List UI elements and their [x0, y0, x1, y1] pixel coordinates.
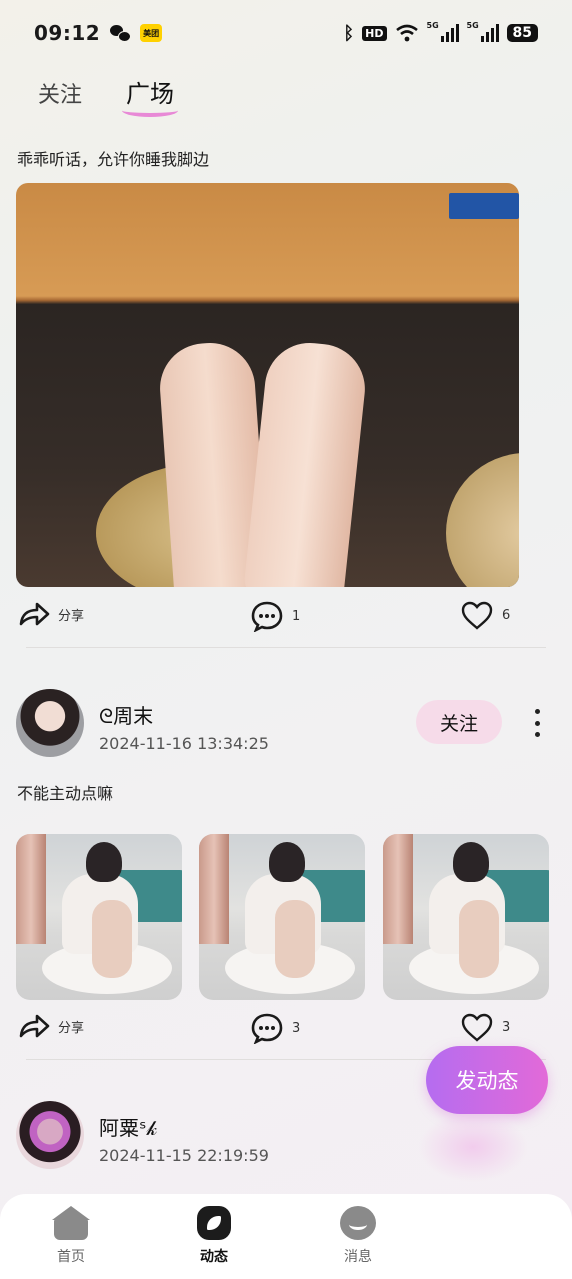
like-count: 6 [502, 607, 511, 623]
post-timestamp: 2024-11-15 22:19:59 [99, 1146, 269, 1165]
post-image-subject [242, 338, 370, 587]
divider [26, 647, 546, 648]
like-count: 3 [502, 1019, 511, 1035]
wifi-icon [395, 24, 419, 42]
post-image[interactable] [16, 183, 519, 587]
wechat-icon [110, 25, 132, 42]
comment-icon [250, 1012, 284, 1044]
tab-following[interactable]: 关注 [38, 77, 82, 109]
post-image-background [383, 834, 413, 944]
status-right: ᛒ HD 5G 5G 85 [343, 21, 538, 44]
share-label: 分享 [58, 608, 85, 624]
meituan-icon: 美团 [140, 24, 163, 42]
post-image-subject [86, 842, 122, 882]
post-image-background [199, 834, 229, 944]
post-image-subject [459, 900, 499, 978]
create-post-button[interactable]: 发动态 [426, 1046, 548, 1114]
feed-icon [197, 1206, 231, 1240]
signal-label-2: 5G [466, 21, 479, 30]
heart-icon [460, 1012, 494, 1042]
share-icon [18, 600, 50, 628]
post-image-background [16, 834, 46, 944]
follow-button[interactable]: 关注 [416, 700, 502, 744]
top-tabs: 关注 广场 [38, 74, 179, 117]
post-text: 不能主动点嘛 [17, 784, 114, 803]
signal-icon-1: 5G [426, 21, 459, 42]
message-icon [340, 1206, 376, 1240]
share-button[interactable]: 分享 [18, 1012, 84, 1040]
tab-square[interactable]: 广场 [122, 74, 179, 117]
battery-icon: 85 [506, 24, 538, 42]
post-actions: 分享 1 6 [18, 600, 538, 636]
post-image-subject [453, 842, 489, 882]
post-actions: 分享 3 3 [18, 1012, 538, 1048]
post-image-subject [269, 842, 305, 882]
decorative-glow [418, 1112, 528, 1182]
hd-icon: HD [362, 25, 387, 41]
share-icon [18, 1012, 50, 1040]
status-left: 09:12 美团 [34, 21, 163, 45]
comment-icon [250, 600, 284, 632]
comment-button[interactable]: 3 [250, 1012, 300, 1044]
like-button[interactable]: 6 [460, 600, 510, 630]
nav-label: 消息 [344, 1249, 372, 1265]
post-image-subject [92, 900, 132, 978]
avatar[interactable] [16, 689, 84, 757]
bluetooth-icon: ᛒ [343, 22, 355, 44]
bottom-nav: 首页 动态 消息 [0, 1194, 572, 1279]
post-image-stool [446, 453, 519, 587]
comment-count: 1 [292, 608, 301, 624]
comment-count: 3 [292, 1020, 301, 1036]
status-bar: 09:12 美团 ᛒ HD 5G 5G 85 [0, 0, 572, 66]
avatar[interactable] [16, 1101, 84, 1169]
like-button[interactable]: 3 [460, 1012, 510, 1042]
post-image-sticker [449, 193, 519, 219]
username[interactable]: 阿粟ˢ𝓀 [99, 1112, 157, 1141]
signal-icon-2: 5G [466, 21, 499, 42]
post-timestamp: 2024-11-16 13:34:25 [99, 734, 269, 753]
nav-feed[interactable]: 动态 [174, 1206, 254, 1266]
heart-icon [460, 600, 494, 630]
comment-button[interactable]: 1 [250, 600, 300, 632]
share-label: 分享 [58, 1020, 85, 1036]
post-image-2[interactable] [199, 834, 365, 1000]
signal-label-1: 5G [426, 21, 439, 30]
post-image-1[interactable] [16, 834, 182, 1000]
nav-label: 动态 [200, 1249, 228, 1265]
status-time: 09:12 [34, 21, 101, 45]
post-text: 乖乖听话，允许你睡我脚边 [17, 150, 210, 169]
username[interactable]: ᘓ周末 [99, 700, 153, 729]
nav-home[interactable]: 首页 [31, 1206, 111, 1266]
nav-label: 首页 [57, 1249, 85, 1265]
post-image-3[interactable] [383, 834, 549, 1000]
nav-messages[interactable]: 消息 [318, 1206, 398, 1266]
post-image-subject [275, 900, 315, 978]
home-icon [52, 1206, 90, 1240]
more-options-icon[interactable] [530, 709, 544, 737]
share-button[interactable]: 分享 [18, 600, 84, 628]
